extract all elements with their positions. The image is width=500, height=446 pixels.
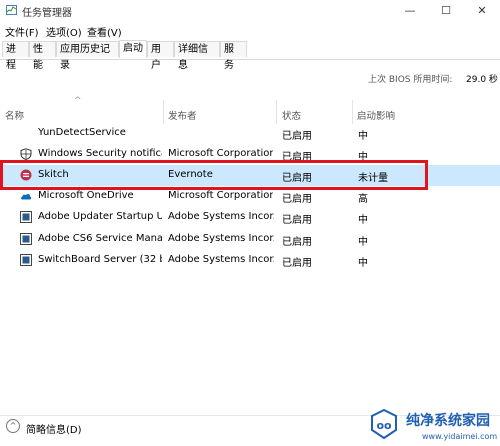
row-impact: 中 [358,258,368,269]
row-status: 已启用 [282,237,312,248]
table-row[interactable]: Adobe CS6 Service Mana... Adobe Systems … [0,229,500,250]
row-publisher: Adobe Systems Incor... [168,233,274,244]
maximize-button[interactable]: ☐ [428,0,464,22]
tab-services[interactable]: 服务 [220,41,247,71]
highlight-box [0,160,428,190]
cloud-icon [21,194,32,200]
row-publisher: Microsoft Corporation [168,148,273,159]
row-status: 已启用 [282,258,312,269]
row-impact: 中 [358,237,368,248]
menu-options[interactable]: 选项(O) [46,24,82,39]
menu-view[interactable]: 查看(V) [87,24,122,39]
row-impact: 中 [358,131,368,142]
row-name: Microsoft OneDrive [38,190,134,201]
window-title: 任务管理器 [22,8,72,19]
column-divider[interactable] [276,100,277,124]
bios-time-value: 29.0 秒 [466,75,498,85]
row-publisher: Adobe Systems Incor... [168,254,274,265]
tab-startup[interactable]: 启动 [119,40,147,58]
table-row[interactable]: Adobe Updater Startup U... Adobe Systems… [0,207,500,228]
watermark-url: www.yidaimei.com [422,432,498,441]
blank-icon [20,127,32,139]
column-header-publisher[interactable]: 发布者 [168,108,197,122]
svg-text:oo: oo [376,419,392,432]
chevron-up-icon[interactable]: ^ [6,419,20,433]
row-impact: 高 [358,194,368,205]
row-name: Adobe Updater Startup U... [38,211,162,222]
app-icon [20,254,32,266]
row-publisher: Microsoft Corporation [168,190,273,201]
fewer-details-link[interactable]: 简略信息(D) [26,421,82,436]
minimize-button[interactable]: — [392,0,428,22]
column-header-name[interactable]: 名称 [5,108,24,122]
app-icon [20,211,32,223]
task-manager-icon [6,5,17,15]
table-row[interactable]: YunDetectService 已启用 中 [0,123,500,144]
watermark-logo: oo [371,408,397,440]
column-header-status[interactable]: 状态 [282,108,301,122]
shield-icon [20,148,32,160]
row-status: 已启用 [282,215,312,226]
sort-up-icon: ^ [74,96,82,106]
tab-users[interactable]: 用户 [147,41,174,71]
row-impact: 中 [358,215,368,226]
row-name: Adobe CS6 Service Mana... [38,233,162,244]
table-row[interactable]: SwitchBoard Server (32 bit) Adobe System… [0,250,500,271]
menu-file[interactable]: 文件(F) [5,24,39,39]
tab-processes[interactable]: 进程 [2,41,29,71]
row-status: 已启用 [282,194,312,205]
row-name: YunDetectService [38,127,126,138]
column-divider[interactable] [163,100,164,124]
column-divider[interactable] [352,100,353,124]
app-icon [20,233,32,245]
tab-app-history[interactable]: 应用历史记录 [56,41,119,71]
row-name: SwitchBoard Server (32 bit) [38,254,162,265]
tab-details[interactable]: 详细信息 [174,41,220,71]
tab-performance[interactable]: 性能 [29,41,56,71]
bios-time-label: 上次 BIOS 所用时间: [368,75,453,85]
row-publisher: Adobe Systems Incor... [168,211,274,222]
column-header-impact[interactable]: 启动影响 [357,108,395,122]
watermark-title: 纯净系统家园 [406,413,490,429]
row-name: Windows Security notifica... [38,148,162,159]
close-button[interactable]: ✕ [464,0,500,22]
row-status: 已启用 [282,131,312,142]
